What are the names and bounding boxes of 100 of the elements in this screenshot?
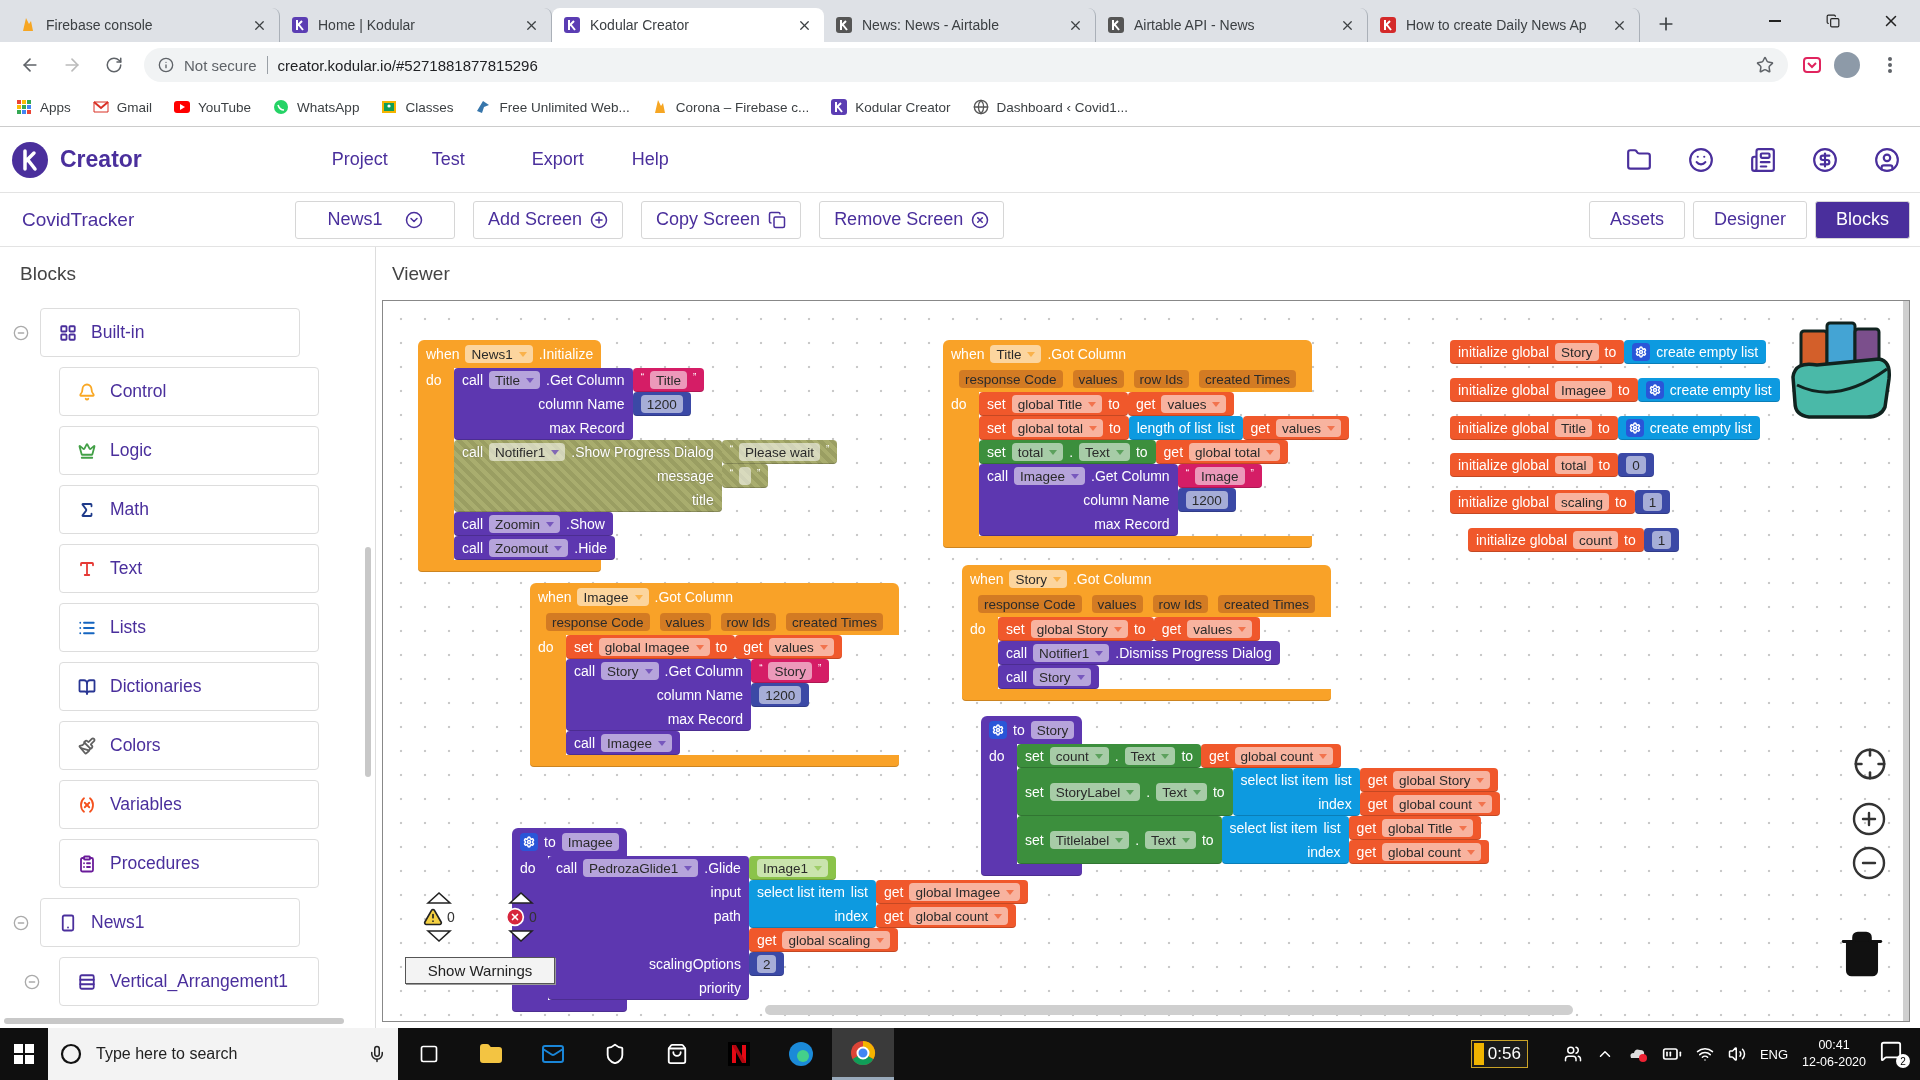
bookmark-link[interactable]: YouTube: [174, 99, 252, 115]
dropdown-field[interactable]: Imagee: [577, 588, 649, 606]
wifi-icon[interactable]: [1695, 1045, 1714, 1063]
dropdown-field[interactable]: values: [1161, 395, 1227, 413]
address-bar[interactable]: Not secure creator.kodular.io/#5271881877815296: [144, 48, 1788, 82]
variable-block[interactable]: get values: [1127, 392, 1235, 416]
battery-widget[interactable]: 0:56: [1470, 1040, 1528, 1068]
number-block[interactable]: 2: [748, 952, 785, 976]
settings-icon[interactable]: [1645, 381, 1664, 399]
dropdown-field[interactable]: Story: [601, 662, 659, 680]
param-chip[interactable]: values: [659, 613, 711, 631]
bookmark-link[interactable]: Classes: [381, 99, 454, 115]
param-chip[interactable]: response Code: [959, 370, 1063, 388]
empty-text-field[interactable]: [739, 467, 752, 485]
view-tab[interactable]: Designer: [1692, 200, 1807, 239]
dropdown-field[interactable]: Titlelabel: [1049, 831, 1130, 849]
bookmark-link[interactable]: Gmail: [92, 99, 153, 115]
dropdown-field[interactable]: global count: [1393, 795, 1492, 813]
dropdown-field[interactable]: Notifier1: [1033, 644, 1110, 662]
scrollbar[interactable]: [365, 547, 371, 777]
name-field[interactable]: Story: [1555, 343, 1599, 361]
dropdown-field[interactable]: total: [1011, 443, 1064, 461]
screen-action-button[interactable]: Copy Screen: [641, 200, 802, 239]
blocks-workspace[interactable]: [382, 300, 1910, 1022]
info-icon[interactable]: [158, 57, 174, 73]
dropdown-field[interactable]: count: [1049, 747, 1109, 765]
dropdown-field[interactable]: values: [768, 638, 834, 656]
previous-error-icon[interactable]: [507, 891, 534, 905]
call-block[interactable]: call Notifier1 .Dismiss Progress Dialog: [998, 641, 1280, 665]
event-block[interactable]: when Story .Got Column response Code values row Ids created Times do set global Story to get values call Notifier1 .Dismiss Progress Dialog call Story: [962, 565, 1331, 701]
name-field[interactable]: scaling: [1555, 493, 1610, 511]
dropdown-field[interactable]: Imagee: [1014, 467, 1086, 485]
param-chip[interactable]: created Times: [786, 613, 883, 631]
variable-block[interactable]: set global total to: [979, 416, 1129, 440]
dropdown-field[interactable]: global count: [1382, 843, 1481, 861]
scrollbar[interactable]: [4, 1018, 344, 1024]
call-block[interactable]: call Zoomout .Hide: [454, 536, 615, 560]
block-category-item[interactable]: Built-in: [40, 308, 300, 357]
dropdown-field[interactable]: values: [1276, 419, 1342, 437]
variable-block[interactable]: get values: [1242, 416, 1350, 440]
show-warnings-button[interactable]: Show Warnings: [405, 957, 555, 984]
bookmark-link[interactable]: Apps: [16, 99, 71, 115]
settings-icon[interactable]: [520, 833, 538, 851]
block-category-item[interactable]: Control: [59, 367, 319, 416]
dropdown-field[interactable]: global total: [1189, 443, 1281, 461]
dropdown-field[interactable]: global count: [909, 907, 1009, 925]
block-category-item[interactable]: News1: [40, 898, 300, 947]
call-block[interactable]: call Story: [998, 665, 1099, 689]
variable-block[interactable]: get global total: [1155, 440, 1289, 464]
setter-block[interactable]: set total . Text to: [979, 440, 1156, 464]
previous-warning-icon[interactable]: [425, 891, 452, 905]
block-category-item[interactable]: Math: [59, 485, 319, 534]
number-block[interactable]: 0: [1618, 453, 1654, 477]
scrollbar[interactable]: [765, 1005, 1573, 1015]
name-field[interactable]: Imagee: [1555, 381, 1613, 399]
global-variable-block[interactable]: initialize global count to: [1468, 528, 1644, 552]
next-warning-icon[interactable]: [425, 929, 452, 943]
param-chip[interactable]: values: [1072, 370, 1124, 388]
text-block[interactable]: “ Image ”: [1177, 464, 1262, 488]
variable-block[interactable]: get global count: [1359, 792, 1500, 816]
dropdown-field[interactable]: global Imagee: [598, 638, 710, 656]
screen-action-button[interactable]: Add Screen: [473, 200, 624, 239]
call-block[interactable]: call Imagee: [566, 731, 681, 755]
microphone-icon[interactable]: [368, 1045, 386, 1063]
settings-icon[interactable]: [1632, 343, 1651, 361]
param-chip[interactable]: response Code: [978, 595, 1082, 613]
profile-avatar[interactable]: [1834, 52, 1860, 78]
dropdown-field[interactable]: global Story: [1393, 771, 1491, 789]
cloud-icon[interactable]: [1627, 1046, 1648, 1062]
component-block[interactable]: Image1: [748, 856, 836, 880]
variable-block[interactable]: get global scaling: [748, 928, 899, 952]
global-variable-block[interactable]: initialize global scaling to: [1450, 490, 1635, 514]
app-logo-icon[interactable]: [12, 141, 48, 178]
dropdown-field[interactable]: Zoomin: [489, 515, 561, 533]
block-category-item[interactable]: Colors: [59, 721, 319, 770]
dropdown-field[interactable]: Story: [1009, 570, 1067, 588]
bookmark-link[interactable]: Corona – Firebase c...: [651, 99, 810, 115]
name-field[interactable]: 1: [1651, 531, 1672, 549]
global-variable-block[interactable]: initialize global total to: [1450, 453, 1619, 477]
zoom-out-icon[interactable]: [1851, 845, 1887, 881]
variable-block[interactable]: get global Title: [1348, 816, 1481, 840]
name-field[interactable]: 1200: [640, 395, 683, 413]
block-category-item[interactable]: Variables: [59, 780, 319, 829]
number-block[interactable]: 1200: [632, 392, 691, 416]
procedure-block[interactable]: [981, 716, 1500, 876]
recenter-icon[interactable]: [1853, 747, 1887, 781]
number-block[interactable]: 1200: [751, 683, 810, 707]
name-field[interactable]: Imagee: [561, 833, 619, 851]
name-field[interactable]: Story: [768, 662, 812, 680]
dropdown-field[interactable]: global Title: [1382, 819, 1473, 837]
people-icon[interactable]: [1563, 1045, 1582, 1063]
dropdown-field[interactable]: StoryLabel: [1049, 783, 1141, 801]
variable-block[interactable]: get global Story: [1359, 768, 1499, 792]
call-block[interactable]: call Imagee .Get Column column Name max Record: [979, 464, 1178, 536]
dropdown-field[interactable]: Image1: [756, 859, 828, 877]
dropdown-field[interactable]: Imagee: [601, 734, 673, 752]
dropdown-field[interactable]: Title: [489, 371, 541, 389]
name-field[interactable]: Title: [649, 371, 687, 389]
dropdown-field[interactable]: Text: [1156, 783, 1207, 801]
param-chip[interactable]: response Code: [546, 613, 650, 631]
